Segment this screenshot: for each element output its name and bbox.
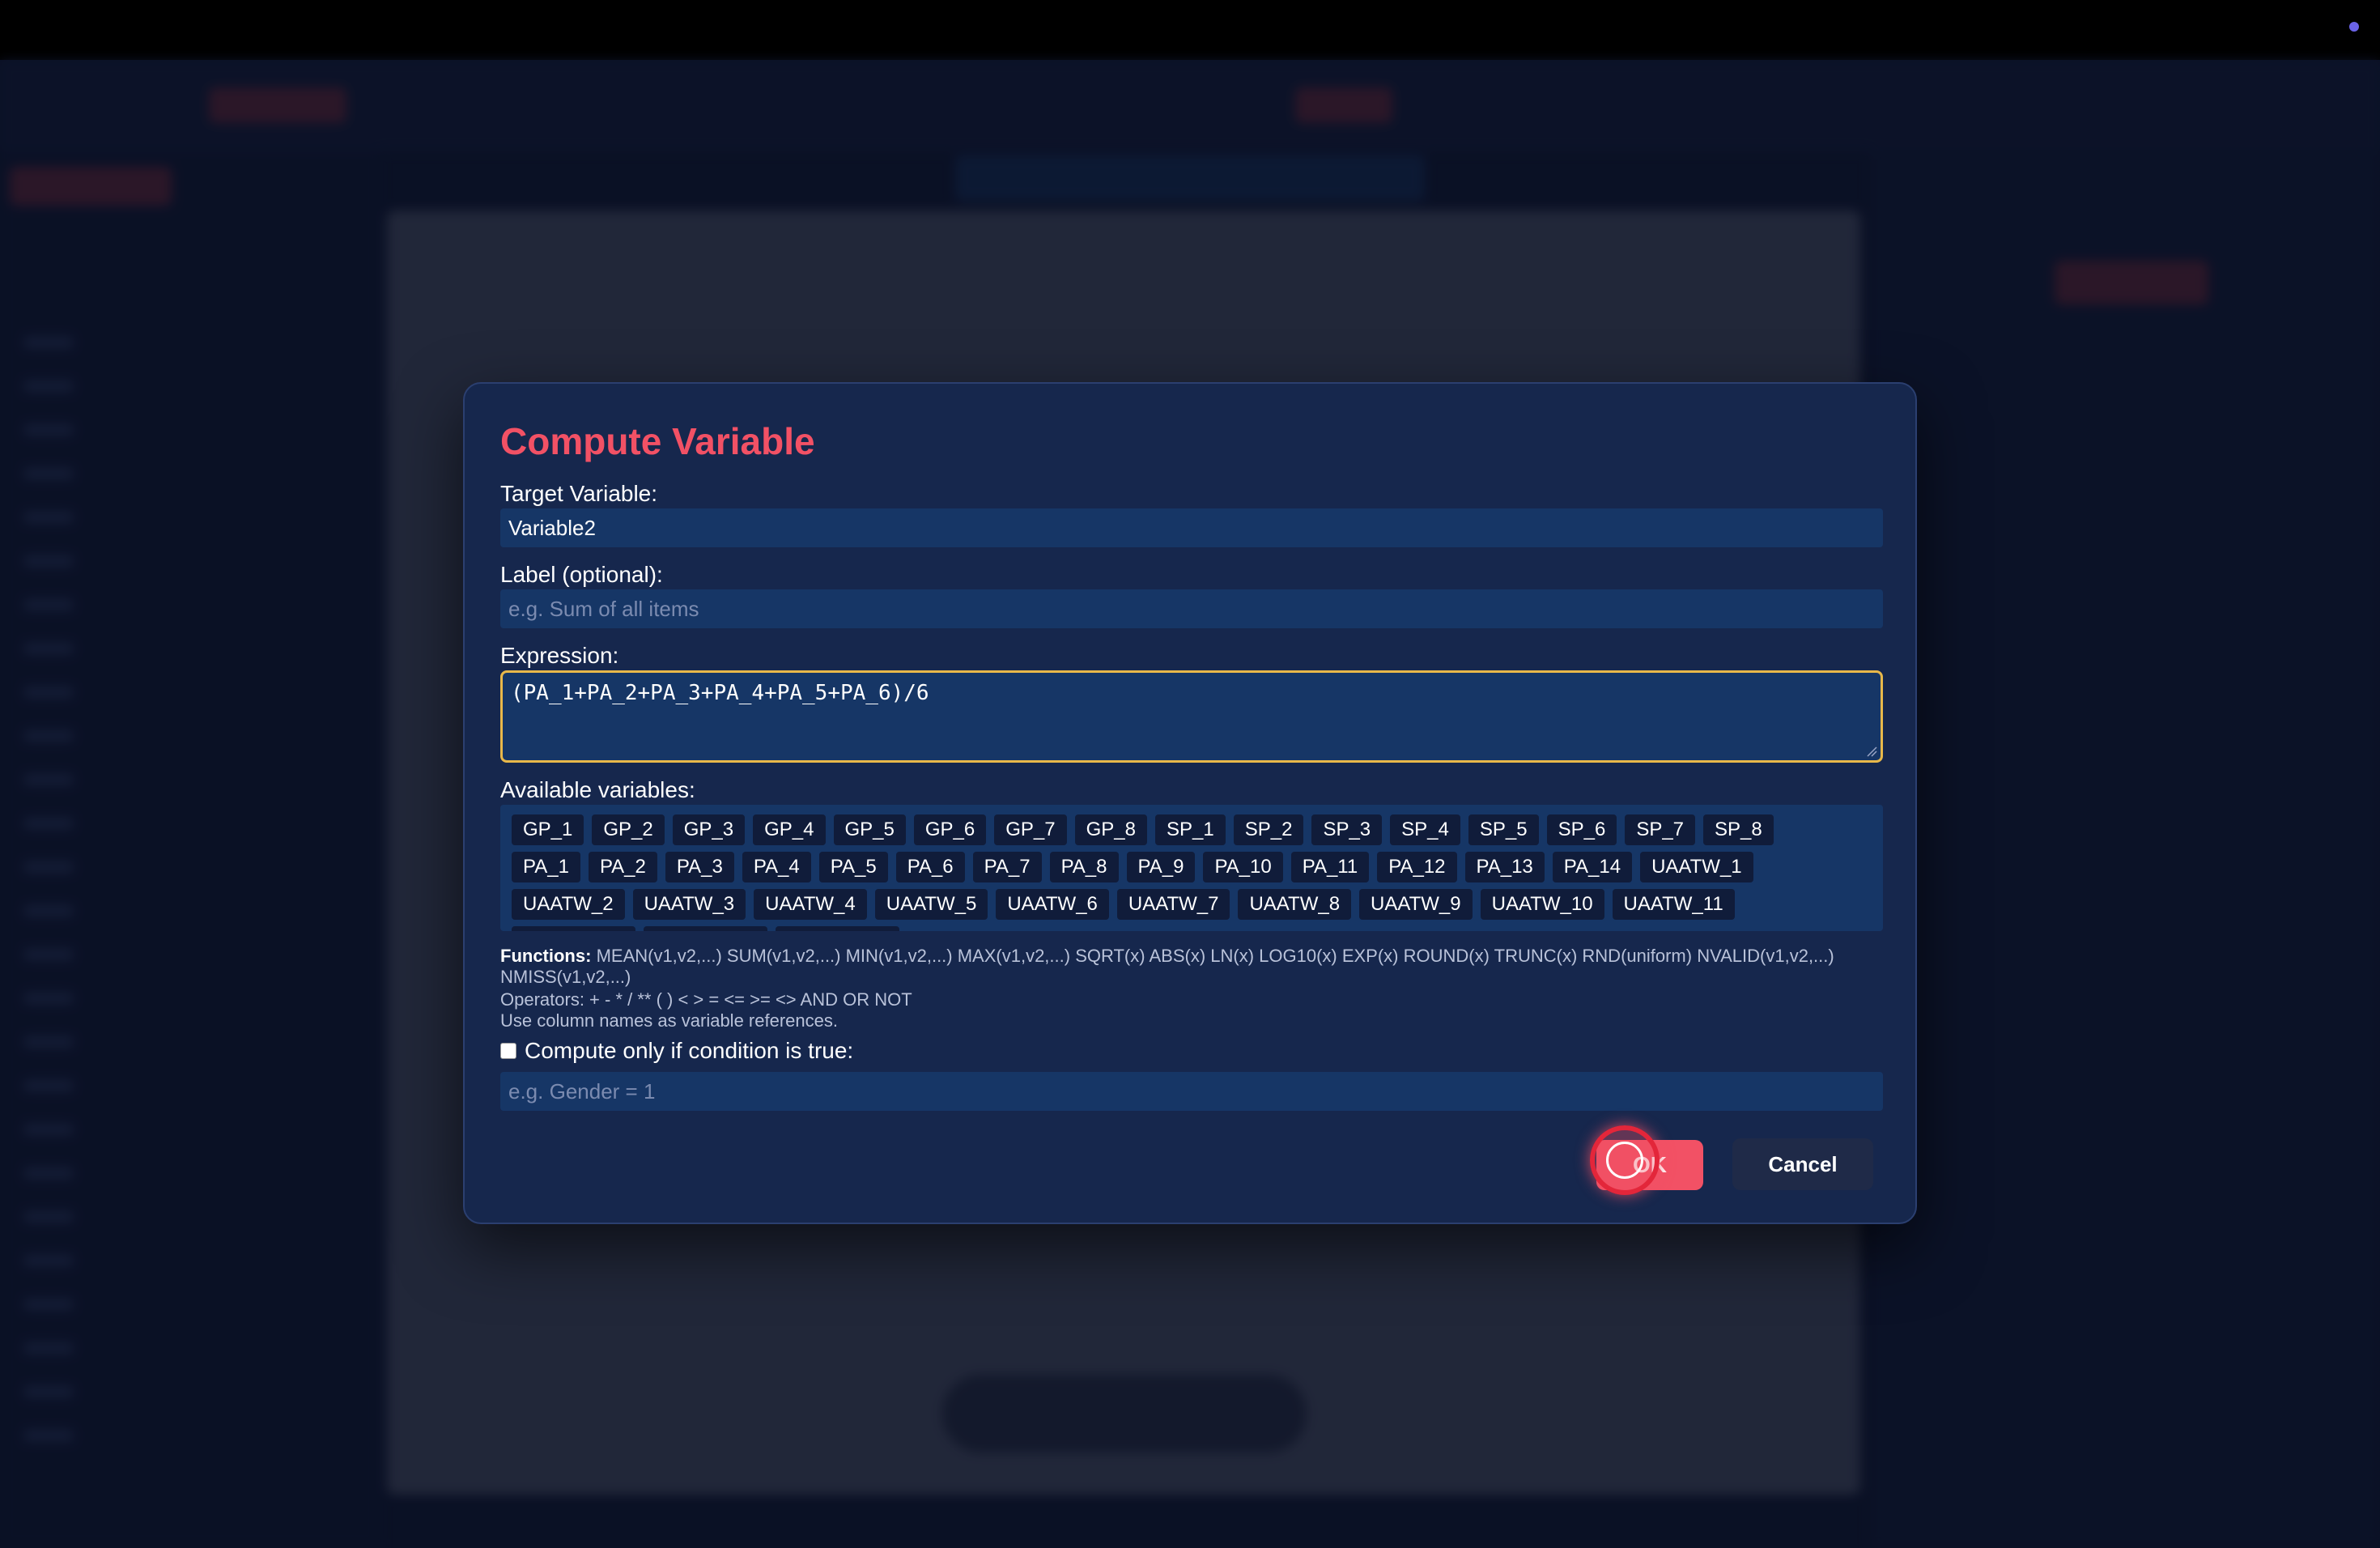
variable-chip[interactable]: SP_6 (1546, 814, 1617, 845)
variable-chip[interactable]: PA_3 (665, 852, 734, 882)
variable-chip[interactable]: UAATW_4 (754, 889, 867, 920)
variable-chip[interactable]: UAATW_9 (1359, 889, 1473, 920)
system-top-bar (0, 0, 2380, 60)
variable-chip[interactable]: UAATW_1 (1640, 852, 1753, 882)
variable-chip[interactable]: UAATW_3 (632, 889, 746, 920)
variable-chip[interactable]: UAATW_13 (643, 926, 767, 931)
variable-chip[interactable]: PA_4 (742, 852, 811, 882)
variable-chip[interactable]: SP_5 (1468, 814, 1539, 845)
target-variable-label: Target Variable: (500, 481, 658, 506)
variable-chip[interactable]: PA_11 (1290, 852, 1370, 882)
variables-list[interactable]: GP_1 GP_2 GP_3 GP_4 GP_5 GP_6 GP_7 GP_8 SP_1 SP_2… (500, 805, 1883, 931)
condition-checkbox[interactable] (500, 1043, 516, 1059)
cancel-button[interactable]: Cancel (1732, 1138, 1873, 1190)
variable-chip[interactable]: GP_1 (512, 814, 584, 845)
variable-chip[interactable]: SP_4 (1390, 814, 1460, 845)
variable-chip[interactable]: PA_14 (1552, 852, 1633, 882)
variable-chip[interactable]: GP_3 (672, 814, 746, 845)
label-input[interactable]: e.g. Sum of all items (500, 589, 1883, 628)
compute-variable-dialog: Compute Variable Target Variable: Variab… (463, 382, 1917, 1224)
variable-chip[interactable]: UAATW_7 (1116, 889, 1230, 920)
variable-chip[interactable]: SP_2 (1233, 814, 1304, 845)
variable-chip[interactable]: GP_2 (592, 814, 665, 845)
variable-chip[interactable]: PA_8 (1049, 852, 1119, 882)
variable-chip[interactable]: UAATW_2 (512, 889, 625, 920)
variable-chip[interactable]: UAATW_12 (512, 926, 635, 931)
variable-chip[interactable]: PA_5 (818, 852, 888, 882)
variable-chip[interactable]: SP_7 (1625, 814, 1696, 845)
variable-chip[interactable]: GP_7 (994, 814, 1067, 845)
expression-text: (PA_1+PA_2+PA_3+PA_4+PA_5+PA_6)/6 (511, 681, 929, 705)
functions-text: MEAN(v1,v2,...) SUM(v1,v2,...) MIN(v1,v2… (500, 946, 1834, 987)
variable-chip[interactable]: UAATW_6 (996, 889, 1109, 920)
target-variable-input[interactable]: Variable2 (500, 508, 1883, 547)
variable-chip[interactable]: SP_1 (1155, 814, 1226, 845)
operators-help: Operators: + - * / ** ( ) < > = <= >= <>… (500, 989, 912, 1010)
usage-help: Use column names as variable references. (500, 1010, 838, 1031)
condition-input[interactable]: e.g. Gender = 1 (500, 1072, 1883, 1111)
condition-label: Compute only if condition is true: (525, 1038, 854, 1063)
variable-chip[interactable]: PA_9 (1126, 852, 1196, 882)
functions-heading: Functions: (500, 946, 592, 966)
expression-textarea[interactable]: (PA_1+PA_2+PA_3+PA_4+PA_5+PA_6)/6 (500, 670, 1883, 763)
variable-chip[interactable]: GP_6 (913, 814, 987, 845)
variable-chip[interactable]: PA_2 (588, 852, 657, 882)
label-optional-label: Label (optional): (500, 562, 663, 587)
variable-chip[interactable]: UAATW_11 (1612, 889, 1735, 920)
available-variables-label: Available variables: (500, 777, 695, 802)
click-indicator-icon (1590, 1125, 1660, 1195)
variable-chip[interactable]: PA_1 (512, 852, 580, 882)
variable-chip[interactable]: GP_8 (1074, 814, 1147, 845)
variable-chip[interactable]: SP_8 (1703, 814, 1774, 845)
variable-chip[interactable]: GP_5 (833, 814, 906, 845)
variable-chip[interactable]: SP_3 (1311, 814, 1383, 845)
variable-chip[interactable]: UAATW_8 (1238, 889, 1352, 920)
variable-chip[interactable]: PA_7 (972, 852, 1042, 882)
variable-chip[interactable]: UAATW_14 (775, 926, 899, 931)
variable-chip[interactable]: UAATW_5 (874, 889, 988, 920)
dialog-title: Compute Variable (500, 420, 815, 462)
variable-chip[interactable]: PA_12 (1377, 852, 1457, 882)
variable-chip[interactable]: PA_10 (1203, 852, 1283, 882)
variable-chip[interactable]: GP_4 (753, 814, 826, 845)
variable-chip[interactable]: PA_6 (895, 852, 965, 882)
status-dot-icon (2349, 22, 2359, 32)
variable-chip[interactable]: UAATW_10 (1480, 889, 1604, 920)
functions-help: Functions: MEAN(v1,v2,...) SUM(v1,v2,...… (500, 946, 1883, 988)
expression-label: Expression: (500, 643, 619, 668)
resize-grip-icon[interactable] (1866, 746, 1877, 757)
variable-chip[interactable]: PA_13 (1464, 852, 1545, 882)
condition-row: Compute only if condition is true: (500, 1038, 853, 1064)
